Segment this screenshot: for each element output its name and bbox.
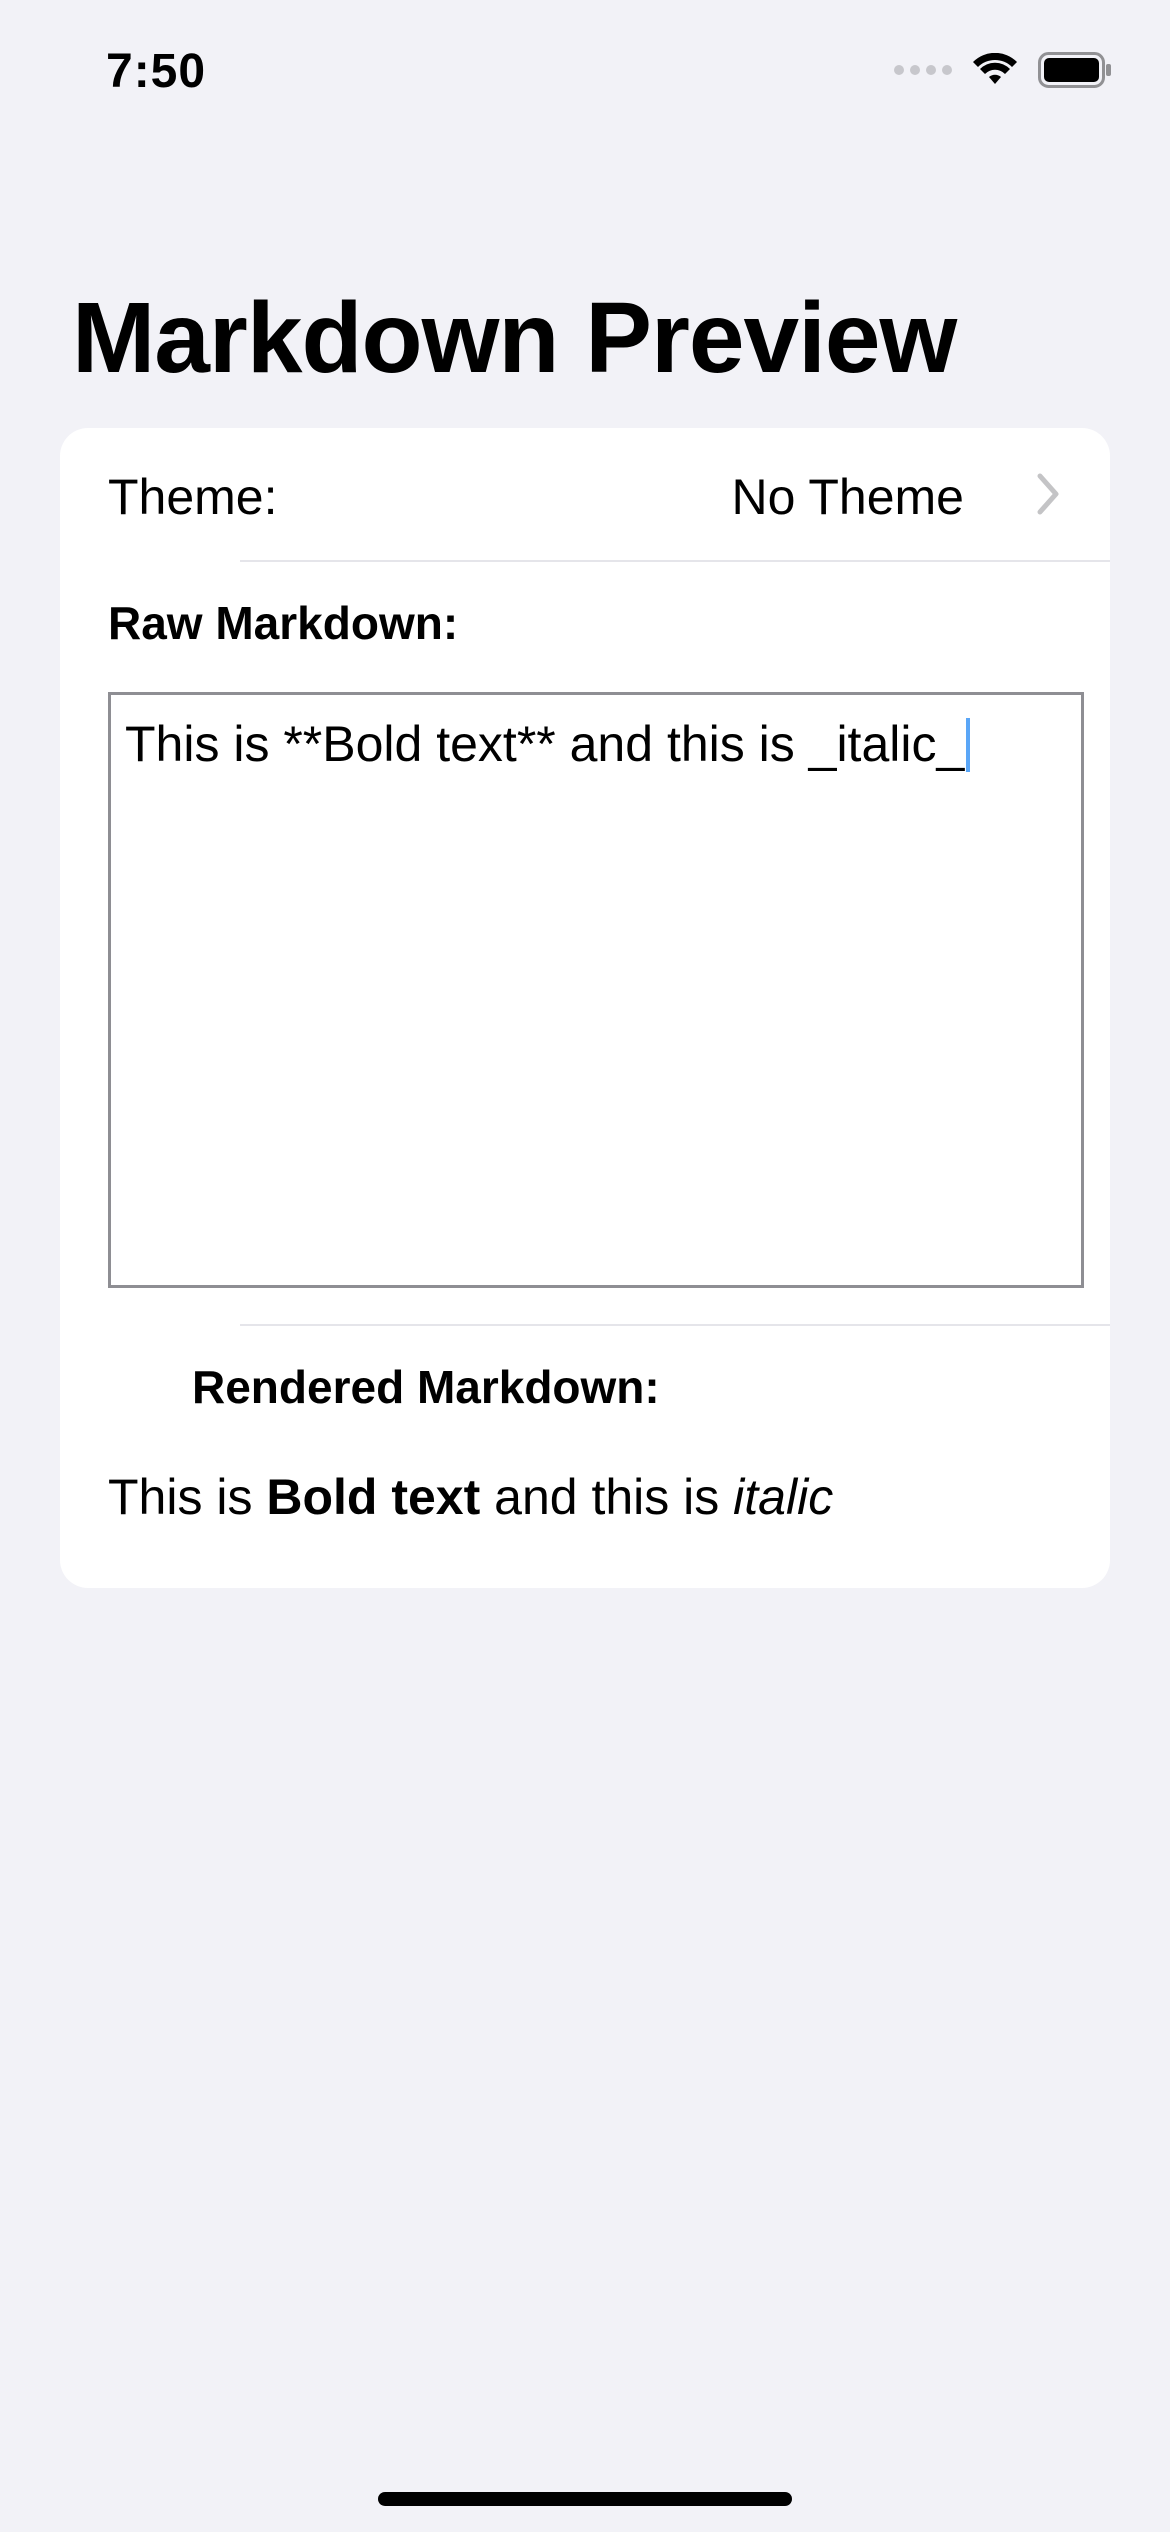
- battery-icon: [1038, 52, 1111, 88]
- chevron-right-icon: [1037, 473, 1059, 515]
- rendered-text-plain-2: and this is: [480, 1469, 734, 1525]
- raw-markdown-label: Raw Markdown:: [108, 597, 459, 649]
- status-icons: [894, 52, 1112, 88]
- theme-picker-row[interactable]: Theme: No Theme: [60, 428, 1110, 560]
- theme-value: No Theme: [731, 469, 964, 525]
- home-indicator[interactable]: [378, 2492, 792, 2506]
- rendered-text-bold: Bold text: [266, 1469, 481, 1525]
- divider: [240, 1324, 1110, 1326]
- status-bar: 7:50: [0, 0, 1170, 150]
- rendered-markdown-label: Rendered Markdown:: [192, 1361, 660, 1413]
- text-cursor: [966, 717, 971, 772]
- cellular-signal-icon: [894, 65, 952, 75]
- wifi-icon: [973, 53, 1017, 84]
- rendered-text-plain-1: This is: [108, 1469, 267, 1525]
- raw-markdown-input[interactable]: This is **Bold text** and this is _itali…: [108, 692, 1084, 1288]
- raw-markdown-text: This is **Bold text** and this is _itali…: [125, 716, 965, 772]
- status-time: 7:50: [106, 45, 207, 98]
- theme-label: Theme:: [108, 469, 278, 525]
- form-card: Theme: No Theme Raw Markdown: This is **…: [60, 428, 1110, 1588]
- divider: [240, 560, 1110, 562]
- rendered-markdown-output: This is Bold text and this is italic: [108, 1468, 833, 1526]
- page-title: Markdown Preview: [72, 282, 957, 394]
- rendered-text-italic: italic: [733, 1469, 834, 1525]
